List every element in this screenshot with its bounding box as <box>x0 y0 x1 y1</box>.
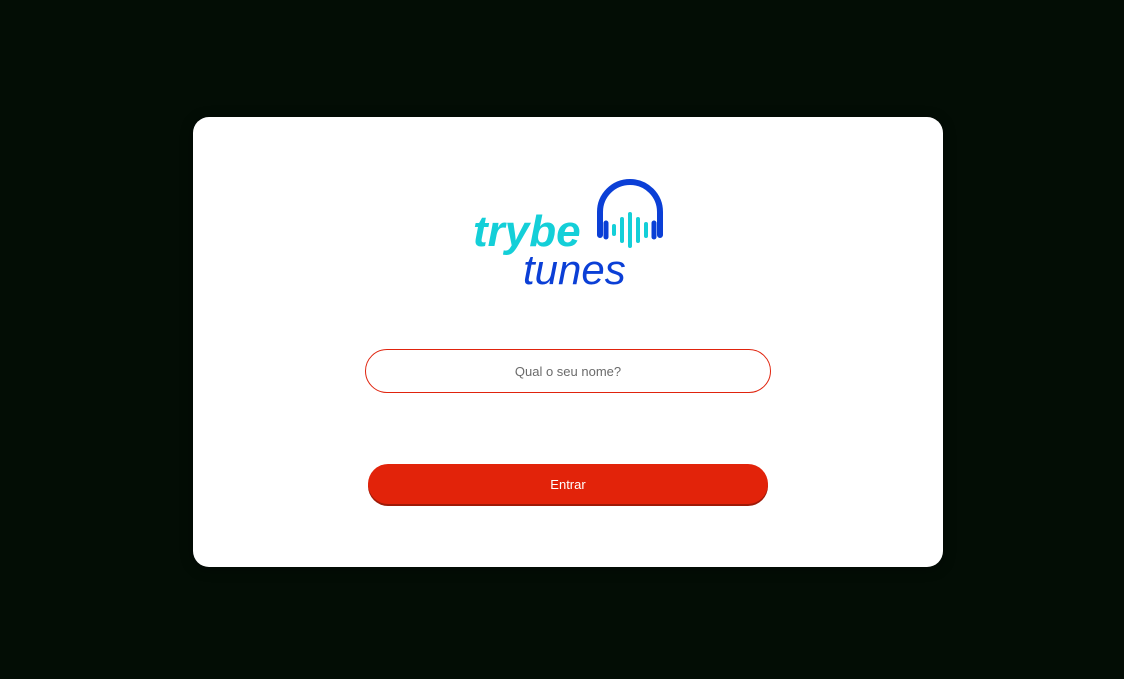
headphones-soundwave-icon <box>597 179 663 248</box>
trybetunes-logo: trybe tunes <box>473 179 668 289</box>
login-card: trybe tunes Entrar <box>193 117 943 567</box>
logo-graphic: trybe tunes <box>473 179 663 289</box>
logo-word-tunes: tunes <box>523 246 626 289</box>
name-input[interactable] <box>365 349 771 393</box>
enter-button[interactable]: Entrar <box>368 464 768 504</box>
